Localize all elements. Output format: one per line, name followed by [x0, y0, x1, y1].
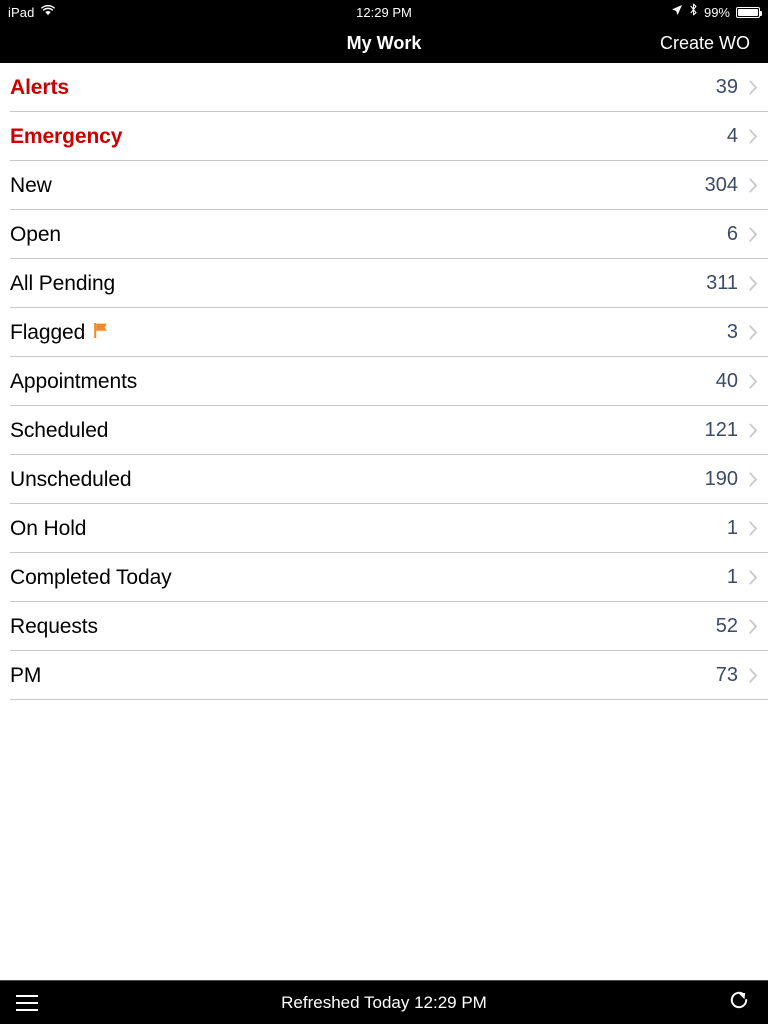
device-name-label: iPad — [8, 4, 35, 20]
list-item-label: Requests — [10, 614, 98, 638]
list-item-accessory: 3 — [727, 321, 758, 344]
chevron-right-icon — [749, 325, 758, 340]
list-item[interactable]: Appointments 40 — [0, 357, 768, 406]
list-item[interactable]: Open 6 — [0, 210, 768, 259]
list-item-label: New — [10, 173, 52, 197]
list-item[interactable]: All Pending 311 — [0, 259, 768, 308]
status-bar: iPad 12:29 PM 99% — [0, 0, 768, 24]
list-item-count: 3 — [726, 321, 738, 343]
list-item-count: 4 — [726, 125, 738, 147]
list-item-accessory: 4 — [727, 125, 758, 148]
list-item-accessory: 39 — [716, 76, 758, 99]
list-item-label: All Pending — [10, 271, 116, 295]
chevron-right-icon — [749, 227, 758, 242]
list-item-count: 73 — [715, 664, 738, 686]
navigation-bar: My Work Create WO — [0, 24, 768, 63]
list-item-label: Appointments — [10, 369, 138, 393]
ipad-screen: iPad 12:29 PM 99% My Work Create WO Aler… — [0, 0, 768, 1024]
list-item-accessory: 190 — [705, 468, 758, 491]
status-bar-right: 99% — [671, 3, 762, 21]
wifi-icon — [41, 3, 56, 21]
chevron-right-icon — [749, 276, 758, 291]
list-item-label: Open — [10, 222, 61, 246]
list-item-accessory: 1 — [727, 566, 758, 589]
list-item-accessory: 121 — [705, 419, 758, 442]
chevron-right-icon — [749, 668, 758, 683]
chevron-right-icon — [749, 374, 758, 389]
location-arrow-icon — [671, 3, 683, 21]
list-item[interactable]: PM 73 — [0, 651, 768, 700]
battery-fill — [738, 8, 758, 16]
list-item-count: 40 — [715, 370, 738, 392]
list-item[interactable]: Emergency 4 — [0, 112, 768, 161]
list-item-label: On Hold — [10, 516, 87, 540]
chevron-right-icon — [749, 80, 758, 95]
battery-percent-label: 99% — [703, 4, 730, 20]
list-item-label: Emergency — [10, 124, 123, 148]
list-item-label: Completed Today — [10, 565, 172, 589]
list-item-label: Unscheduled — [10, 467, 132, 491]
list-item-accessory: 311 — [706, 272, 758, 295]
list-item[interactable]: Requests 52 — [0, 602, 768, 651]
list-item-count: 304 — [704, 174, 738, 196]
chevron-right-icon — [749, 570, 758, 585]
list-item[interactable]: Unscheduled 190 — [0, 455, 768, 504]
chevron-right-icon — [749, 521, 758, 536]
create-wo-button[interactable]: Create WO — [660, 33, 752, 54]
page-title: My Work — [346, 33, 422, 53]
list-item-accessory: 1 — [727, 517, 758, 540]
chevron-right-icon — [749, 129, 758, 144]
list-item-label: PM — [10, 663, 42, 687]
list-item-count: 311 — [706, 272, 738, 294]
list-item-label: Flagged — [10, 320, 86, 344]
list-item-accessory: 52 — [716, 615, 758, 638]
bluetooth-icon — [689, 3, 698, 21]
chevron-right-icon — [749, 619, 758, 634]
list-item-count: 190 — [704, 468, 738, 490]
list-item-count: 52 — [715, 615, 738, 637]
list-item[interactable]: New 304 — [0, 161, 768, 210]
list-item[interactable]: Flagged 3 — [0, 308, 768, 357]
chevron-right-icon — [749, 423, 758, 438]
status-bar-left: iPad — [8, 3, 56, 21]
list-item-label: Scheduled — [10, 418, 109, 442]
list-item[interactable]: Completed Today 1 — [0, 553, 768, 602]
work-category-list: Alerts 39 Emergency 4 New 304 Open 6 All Pending… — [0, 63, 768, 980]
list-item-accessory: 6 — [727, 223, 758, 246]
list-item-accessory: 304 — [705, 174, 758, 197]
list-item-label: Alerts — [10, 75, 69, 99]
list-item-count: 121 — [704, 419, 738, 441]
refresh-icon[interactable] — [726, 987, 752, 1018]
list-item[interactable]: Scheduled 121 — [0, 406, 768, 455]
chevron-right-icon — [749, 178, 758, 193]
status-bar-center: 12:29 PM — [0, 0, 768, 24]
list-item-accessory: 40 — [716, 370, 758, 393]
list-item[interactable]: Alerts 39 — [0, 63, 768, 112]
list-item-count: 39 — [715, 76, 738, 98]
list-item[interactable]: On Hold 1 — [0, 504, 768, 553]
chevron-right-icon — [749, 472, 758, 487]
list-item-count: 6 — [726, 223, 738, 245]
list-item-accessory: 73 — [716, 664, 758, 687]
bottom-toolbar: Refreshed Today 12:29 PM — [0, 980, 768, 1024]
refresh-status-label: Refreshed Today 12:29 PM — [281, 992, 487, 1012]
orange-flag-icon — [93, 322, 109, 344]
list-item-count: 1 — [726, 517, 738, 539]
list-item-count: 1 — [726, 566, 738, 588]
clock-label: 12:29 PM — [356, 4, 412, 20]
battery-icon — [736, 6, 762, 18]
